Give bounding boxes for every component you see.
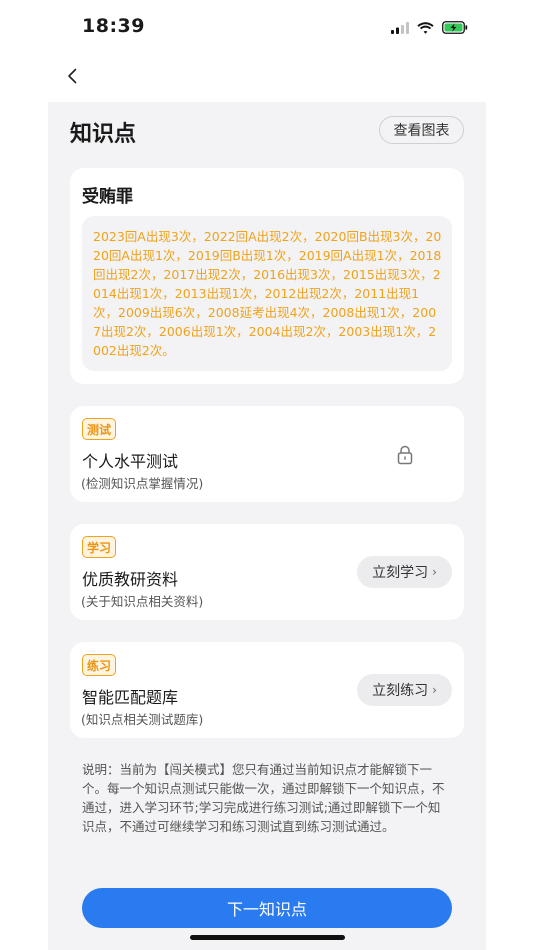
practice-card: 练习 智能匹配题库 (知识点相关测试题库) 立刻练习 › (70, 642, 464, 738)
topic-history: 2023回A出现3次，2022回A出现2次，2020回B出现3次，2020回A出… (82, 216, 452, 371)
practice-subtitle: (知识点相关测试题库) (81, 712, 204, 727)
page-title: 知识点 (70, 122, 137, 147)
start-practice-button[interactable]: 立刻练习 › (357, 674, 452, 706)
study-title: 优质教研资料 (82, 570, 179, 589)
instruction-note: 说明：当前为【闯关模式】您只有通过当前知识点才能解锁下一个。每一个知识点测试只能… (82, 762, 445, 834)
study-subtitle: (关于知识点相关资料) (81, 594, 204, 609)
study-card: 学习 优质教研资料 (关于知识点相关资料) 立刻学习 › (70, 524, 464, 620)
chevron-right-icon: › (432, 565, 437, 579)
test-card[interactable]: 测试 个人水平测试 (检测知识点掌握情况) (70, 406, 464, 502)
view-chart-button[interactable]: 查看图表 (379, 116, 464, 144)
status-bar: 18:39 (0, 0, 534, 56)
test-badge: 测试 (82, 418, 117, 440)
start-study-button[interactable]: 立刻学习 › (357, 556, 452, 588)
battery-charging-icon (442, 19, 468, 38)
start-study-label: 立刻学习 (372, 565, 429, 581)
status-icons (391, 19, 468, 38)
cellular-signal-icon (391, 19, 409, 38)
topic-name: 受贿罪 (82, 187, 133, 207)
topic-card: 受贿罪 2023回A出现3次，2022回A出现2次，2020回B出现3次，202… (70, 168, 464, 384)
lock-icon (394, 444, 416, 466)
wifi-icon (417, 19, 434, 38)
status-time: 18:39 (82, 15, 145, 37)
study-badge: 学习 (82, 536, 117, 558)
chevron-right-icon: › (432, 683, 437, 697)
test-title: 个人水平测试 (82, 452, 179, 471)
practice-badge: 练习 (82, 654, 117, 676)
practice-title: 智能匹配题库 (82, 688, 179, 707)
next-topic-button[interactable]: 下一知识点 (82, 888, 452, 928)
start-practice-label: 立刻练习 (372, 683, 429, 699)
chevron-left-icon (67, 68, 77, 88)
test-subtitle: (检测知识点掌握情况) (81, 476, 204, 491)
back-button[interactable] (60, 64, 84, 92)
home-indicator (190, 935, 345, 940)
